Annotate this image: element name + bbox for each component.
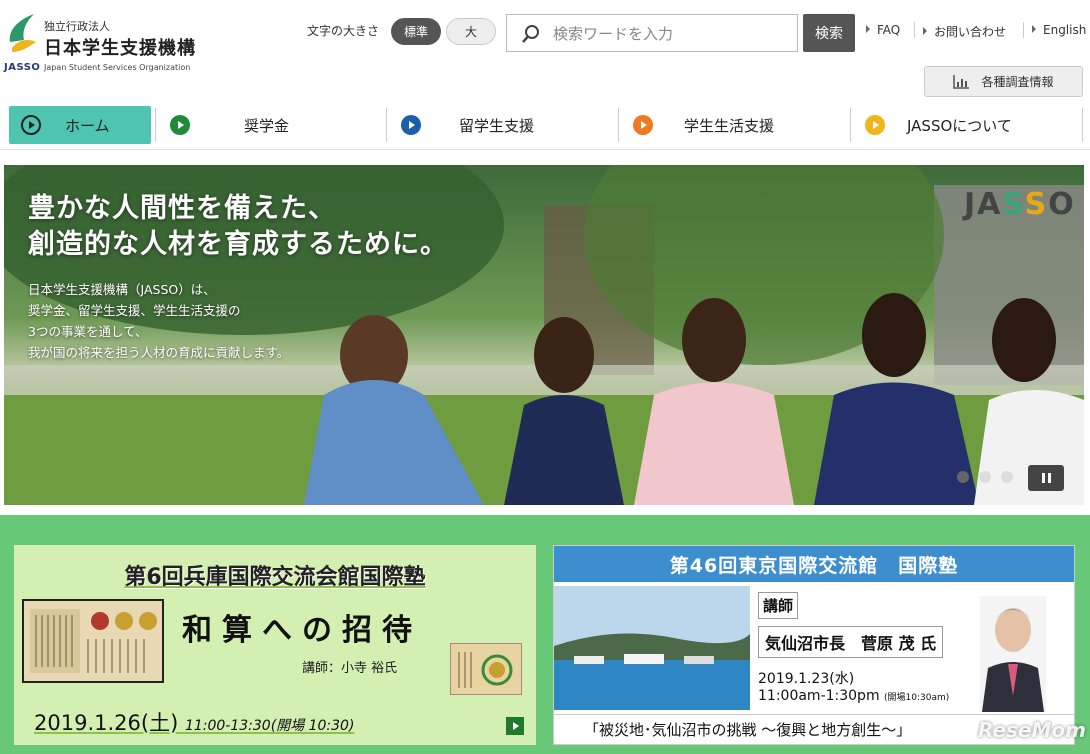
slider-dot[interactable] — [957, 471, 969, 483]
global-nav: ホーム 奨学金 留学生支援 学生生活支援 JASSOについて — [0, 100, 1090, 150]
hyogo-banner-time: 11:00-13:30(開場 10:30) — [184, 718, 355, 734]
mayor-portrait — [980, 596, 1046, 712]
kesennuma-harbor-photo — [554, 586, 750, 710]
tokyo-banner-open-time: (開場10:30am) — [884, 693, 950, 703]
nav-about-jasso-label: JASSOについて — [907, 116, 1012, 135]
faq-link[interactable]: FAQ — [866, 23, 900, 37]
event-banners: 第6回兵庫国際交流会館国際塾 和算への招待 講師：小寺 裕氏 2019.1.26… — [0, 515, 1090, 754]
survey-info-label: 各種調査情報 — [981, 75, 1054, 89]
hero-desc-line: 奨学金、留学生支援、学生生活支援の — [28, 303, 241, 318]
divider — [850, 108, 851, 142]
tokyo-event-banner[interactable]: 第46回東京国際交流館 国際塾 講師 気仙沼市長 菅原 茂 氏 2019.1.2… — [553, 545, 1075, 745]
tokyo-banner-lecturer: 気仙沼市長 菅原 茂 氏 — [758, 626, 944, 658]
search-input[interactable] — [553, 22, 789, 46]
play-circle-icon — [865, 115, 885, 135]
arrow-right-icon — [1032, 25, 1036, 33]
hero-slider[interactable]: 豊かな人間性を備えた、 創造的な人材を育成するために。 日本学生支援機構（JAS… — [4, 165, 1084, 505]
search-button[interactable]: 検索 — [803, 14, 855, 52]
document-illustration — [30, 609, 157, 673]
divider — [1082, 108, 1083, 142]
hero-desc-line: 日本学生支援機構（JASSO）は、 — [28, 282, 216, 297]
hyogo-banner-date: 2019.1.26(土) — [34, 711, 179, 735]
play-circle-icon — [633, 115, 653, 135]
logo-mark-icon — [9, 14, 36, 52]
divider — [1023, 22, 1024, 38]
play-icon[interactable] — [506, 717, 524, 735]
divider — [618, 108, 619, 142]
font-size-standard-button[interactable]: 標準 — [391, 18, 441, 45]
nav-international-students-label: 留学生支援 — [459, 116, 535, 135]
hyogo-banner-main-title: 和算への招待 — [182, 613, 422, 648]
wasan-document-image — [22, 599, 164, 683]
survey-info-button[interactable]: 各種調査情報 — [924, 66, 1083, 97]
font-size-label: 文字の大きさ — [307, 24, 380, 38]
slider-dots — [957, 471, 1013, 483]
nav-about-jasso[interactable]: JASSOについて — [865, 106, 1075, 144]
tokyo-banner-time: 11:00am-1:30pm (開場10:30am) — [758, 688, 949, 704]
english-link[interactable]: English — [1032, 23, 1086, 37]
search-icon — [522, 25, 539, 43]
hero-title: 豊かな人間性を備えた、 創造的な人材を育成するために。 — [28, 191, 448, 263]
scroll-illustration — [458, 652, 513, 688]
logo-name: 日本学生支援機構 — [44, 38, 196, 59]
jasso-logo[interactable]: JASSO 独立行政法人 日本学生支援機構 Japan Student Serv… — [4, 12, 214, 76]
slider-dot[interactable] — [979, 471, 991, 483]
arrow-right-icon — [923, 27, 927, 35]
hyogo-banner-lecturer: 講師：小寺 裕氏 — [302, 661, 398, 676]
hyogo-event-banner[interactable]: 第6回兵庫国際交流会館国際塾 和算への招待 講師：小寺 裕氏 2019.1.26… — [14, 545, 536, 745]
wasan-scroll-image — [450, 643, 522, 695]
nav-student-life[interactable]: 学生生活支援 — [633, 106, 843, 144]
divider — [914, 22, 915, 38]
logo-jasso-text: JASSO — [4, 62, 41, 73]
nav-scholarship[interactable]: 奨学金 — [170, 106, 380, 144]
logo-subtitle: 独立行政法人 — [44, 20, 110, 33]
nav-home[interactable]: ホーム — [9, 106, 151, 144]
nav-home-label: ホーム — [65, 116, 110, 135]
tokyo-banner-time-value: 11:00am-1:30pm — [758, 688, 880, 704]
divider — [155, 108, 156, 142]
english-link-label: English — [1043, 23, 1087, 37]
hero-jasso-logo: JASSO — [964, 187, 1076, 222]
hyogo-banner-title: 第6回兵庫国際交流会館国際塾 — [124, 565, 426, 590]
hero-title-line1: 豊かな人間性を備えた、 — [28, 193, 336, 224]
tokyo-banner-title: 第46回東京国際交流館 国際塾 — [554, 546, 1074, 582]
arrow-right-icon — [866, 25, 870, 33]
slider-dot[interactable] — [1001, 471, 1013, 483]
play-circle-icon — [21, 115, 41, 135]
hero-title-line2: 創造的な人材を育成するために。 — [28, 229, 448, 260]
logo-english-name: Japan Student Services Organization — [44, 63, 191, 72]
contact-link-label: お問い合わせ — [934, 25, 1007, 39]
hyogo-banner-datetime: 2019.1.26(土) 11:00-13:30(開場 10:30) — [34, 707, 354, 737]
pause-icon — [1041, 473, 1045, 483]
hero-description: 日本学生支援機構（JASSO）は、 奨学金、留学生支援、学生生活支援の 3つの事… — [28, 279, 289, 363]
hero-desc-line: 3つの事業を通して、 — [28, 324, 148, 339]
tokyo-banner-role: 講師 — [758, 592, 799, 619]
nav-scholarship-label: 奨学金 — [244, 116, 290, 135]
contact-link[interactable]: お問い合わせ — [923, 23, 1006, 40]
font-size-large-button[interactable]: 大 — [446, 18, 496, 45]
bar-chart-icon — [953, 74, 970, 89]
divider — [386, 108, 387, 142]
site-header: JASSO 独立行政法人 日本学生支援機構 Japan Student Serv… — [0, 0, 1090, 100]
search-box — [506, 14, 798, 52]
play-circle-icon — [401, 115, 421, 135]
tokyo-banner-date: 2019.1.23(水) — [758, 671, 855, 687]
resemom-watermark: ReseMom — [978, 718, 1086, 742]
faq-link-label: FAQ — [877, 23, 901, 37]
nav-student-life-label: 学生生活支援 — [684, 116, 775, 135]
slider-pause-button[interactable] — [1028, 465, 1064, 491]
play-circle-icon — [170, 115, 190, 135]
hero-desc-line: 我が国の将来を担う人材の育成に貢献します。 — [28, 345, 290, 360]
nav-international-students[interactable]: 留学生支援 — [401, 106, 611, 144]
